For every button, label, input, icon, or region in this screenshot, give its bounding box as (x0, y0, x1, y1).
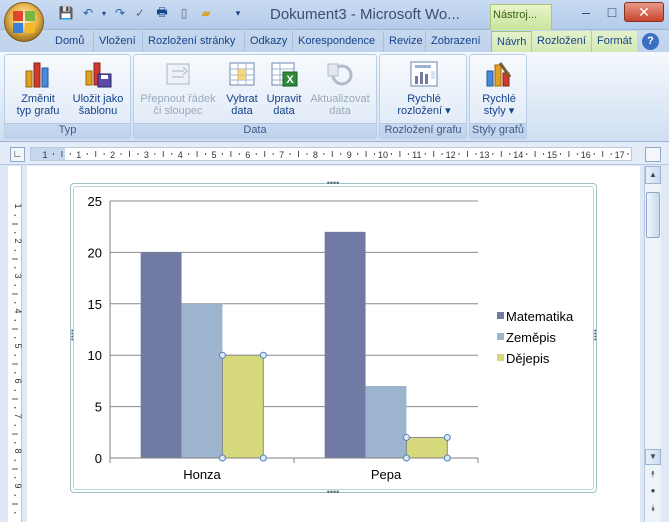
word-window: 💾 ↶ ▾ ↷ ✓ 🖶 ▯ ▰ ▾ Dokument3 - Microsoft … (0, 0, 669, 522)
bar (324, 231, 366, 458)
previous-page-icon[interactable]: ⯭ (645, 466, 661, 482)
scroll-down-icon[interactable]: ▼ (645, 449, 661, 465)
legend-label: Dějepis (506, 351, 550, 366)
y-tick-label: 15 (88, 297, 102, 312)
vertical-scrollbar[interactable]: ▲ ▼ ⯭ ● ⯯ (644, 166, 661, 522)
x-axis-tick-labels: Honza Pepa (183, 467, 402, 482)
legend-label: Zeměpis (506, 330, 556, 345)
legend-key (497, 354, 504, 361)
y-axis-tick-labels: 0 5 10 15 20 25 (88, 194, 102, 466)
office-logo-icon (13, 11, 35, 33)
y-tick-label: 25 (88, 194, 102, 209)
y-tick-label: 10 (88, 348, 102, 363)
scroll-up-icon[interactable]: ▲ (645, 166, 661, 184)
selection-handle (443, 454, 451, 462)
y-tick-label: 5 (95, 400, 102, 415)
bar (221, 354, 264, 459)
legend-label: Matematika (506, 309, 574, 324)
legend-key (497, 333, 504, 340)
next-page-icon[interactable]: ⯯ (645, 500, 661, 516)
selection-handle (402, 454, 410, 462)
bar (365, 386, 407, 458)
select-browse-object-icon[interactable]: ● (645, 483, 661, 499)
selection-handle (218, 351, 226, 359)
x-tick-label: Pepa (371, 467, 402, 482)
bar (140, 252, 182, 458)
selection-handle (259, 351, 267, 359)
selection-handle (443, 433, 451, 441)
office-button[interactable] (4, 2, 44, 42)
selection-handle (259, 454, 267, 462)
column-chart[interactable]: 0 5 10 15 20 25 Honza Pepa Matematika Zeměpis Dě… (0, 0, 669, 522)
chart-legend[interactable]: Matematika Zeměpis Dějepis (497, 309, 574, 366)
bar (405, 436, 448, 459)
scroll-thumb[interactable] (646, 192, 660, 238)
chart-bars (140, 231, 448, 459)
bar (181, 303, 223, 458)
selection-handle (218, 454, 226, 462)
selection-handle (402, 433, 410, 441)
y-tick-label: 20 (88, 245, 102, 260)
y-tick-label: 0 (95, 451, 102, 466)
legend-key (497, 312, 504, 319)
x-tick-label: Honza (183, 467, 221, 482)
